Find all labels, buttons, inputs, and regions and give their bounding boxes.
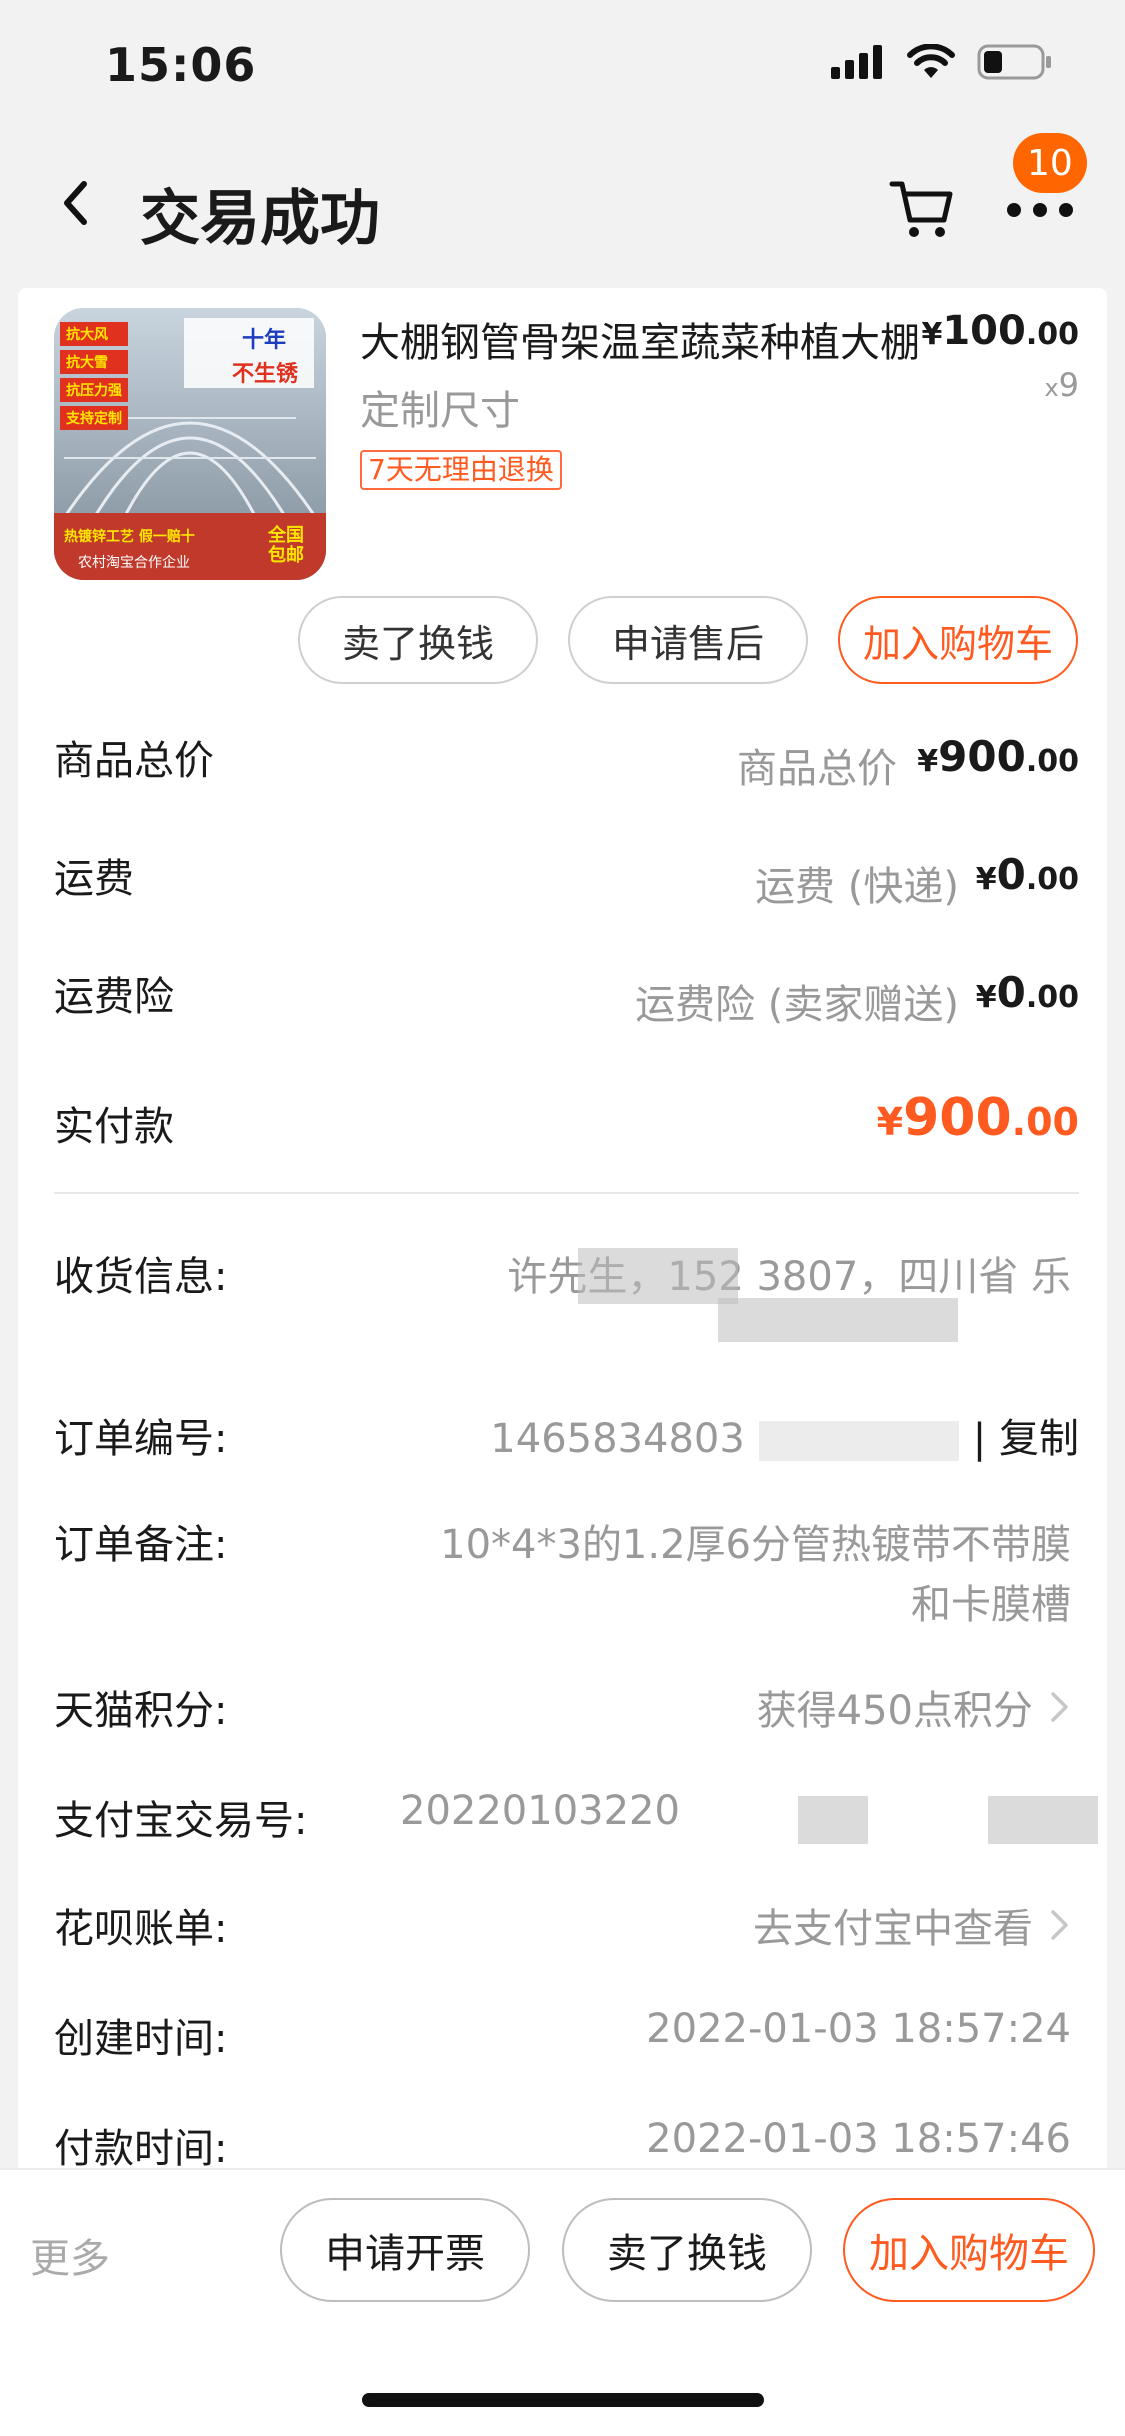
thumb-feature: 抗大风 — [60, 322, 128, 346]
copy-order-number-button[interactable]: | 复制 — [973, 1416, 1079, 1462]
created-time-value: 2022-01-03 18:57:24 — [646, 2006, 1071, 2052]
order-number-masked — [758, 1421, 959, 1461]
freight-insurance-label: 运费险 — [54, 974, 174, 1020]
battery-icon — [977, 44, 1051, 80]
paid-label: 实付款 — [54, 1104, 174, 1150]
amount-integer: 0 — [996, 968, 1026, 1017]
freight-insurance-amount: ¥0.00 — [976, 968, 1079, 1017]
order-number-label: 订单编号: — [54, 1416, 228, 1462]
add-to-cart-button-bottom[interactable]: 加入购物车 — [843, 2198, 1095, 2302]
points-row[interactable]: 获得450点积分 — [757, 1678, 1071, 1736]
status-bar: 15:06 — [0, 0, 1125, 130]
product-title[interactable]: 大棚钢管骨架温室蔬菜种植大棚 — [360, 310, 920, 368]
more-link[interactable]: 更多 — [30, 2226, 110, 2284]
signal-icon — [831, 45, 882, 79]
qty-number: 9 — [1058, 366, 1079, 404]
paid-time-value: 2022-01-03 18:57:46 — [646, 2116, 1071, 2162]
sell-button-bottom[interactable]: 卖了换钱 — [562, 2198, 812, 2302]
order-note-label: 订单备注: — [54, 1522, 228, 1568]
thumb-badge-rust: 不生锈 — [232, 362, 299, 387]
thumb-feature: 抗大雪 — [60, 350, 128, 374]
thumb-feature: 支持定制 — [60, 406, 128, 430]
freight-label: 运费 — [54, 856, 134, 902]
add-to-cart-button[interactable]: 加入购物车 — [838, 596, 1078, 684]
points-value: 获得450点积分 — [756, 1688, 1033, 1734]
receiver-label: 收货信息: — [54, 1254, 228, 1300]
alipay-trade-value: 20220103220 — [400, 1788, 680, 1834]
order-number-value: 1465834803 — [490, 1416, 745, 1462]
home-indicator — [362, 2393, 764, 2407]
after-sale-button[interactable]: 申请售后 — [568, 596, 808, 684]
currency-symbol: ¥ — [876, 1100, 904, 1144]
currency-symbol: ¥ — [975, 862, 997, 897]
huabei-label: 花呗账单: — [54, 1906, 228, 1952]
product-spec: 定制尺寸 — [360, 388, 520, 434]
amount-integer: 0 — [996, 850, 1026, 899]
amount-decimal: .00 — [1025, 862, 1079, 897]
amount-decimal: .00 — [1011, 1100, 1079, 1144]
sell-button[interactable]: 卖了换钱 — [298, 596, 538, 684]
redaction-block — [578, 1248, 738, 1304]
product-price: ¥100.00 — [921, 308, 1079, 354]
cart-button[interactable] — [880, 166, 960, 246]
amount-decimal: .00 — [1025, 744, 1079, 779]
back-button[interactable] — [40, 168, 110, 238]
redaction-block — [988, 1796, 1098, 1844]
status-time: 15:06 — [105, 38, 257, 92]
section-divider — [54, 1192, 1079, 1194]
order-note-line1: 10*4*3的1.2厚6分管热镀带不带膜 — [440, 1522, 1071, 1568]
order-note-line2: 和卡膜槽 — [911, 1582, 1071, 1628]
thumb-bottom-b: 农村淘宝合作企业 — [78, 555, 190, 571]
huabei-row[interactable]: 去支付宝中查看 — [753, 1896, 1071, 1954]
goods-total-amount: ¥900.00 — [917, 732, 1079, 781]
product-thumbnail[interactable]: 抗大风 抗大雪 抗压力强 支持定制 十年 不生锈 热镀锌工艺 假一赔十 农村淘宝… — [54, 308, 326, 580]
qty-x: x — [1044, 374, 1059, 402]
paid-amount: ¥900.00 — [877, 1088, 1079, 1148]
currency-symbol: ¥ — [917, 744, 939, 779]
amount-integer: 900 — [903, 1088, 1012, 1148]
created-time-label: 创建时间: — [54, 2016, 228, 2062]
wifi-icon — [907, 44, 955, 78]
thumb-badge-years: 十年 — [242, 328, 287, 353]
freight-amount: ¥0.00 — [976, 850, 1079, 899]
alipay-trade-label: 支付宝交易号: — [54, 1798, 308, 1844]
huabei-value: 去支付宝中查看 — [753, 1906, 1033, 1952]
price-integer: 100 — [942, 308, 1026, 354]
price-decimal: .00 — [1025, 317, 1079, 352]
product-quantity: x9 — [1044, 366, 1079, 404]
points-label: 天猫积分: — [54, 1688, 228, 1734]
chevron-right-icon — [1049, 1688, 1071, 1734]
amount-integer: 900 — [938, 732, 1026, 781]
message-count-badge: 10 — [1013, 133, 1087, 193]
chevron-left-icon — [64, 181, 87, 225]
paid-time-label: 付款时间: — [54, 2126, 228, 2168]
return-policy-tag: 7天无理由退换 — [360, 450, 562, 490]
currency-symbol: ¥ — [921, 317, 943, 352]
invoice-button[interactable]: 申请开票 — [280, 2198, 530, 2302]
redaction-block — [718, 1298, 958, 1342]
goods-total-label: 商品总价 — [54, 738, 214, 784]
thumb-feature-list: 抗大风 抗大雪 抗压力强 支持定制 — [60, 322, 128, 430]
page-title: 交易成功 — [140, 184, 380, 254]
goods-total-sub: 商品总价 — [737, 746, 897, 792]
order-card: 抗大风 抗大雪 抗压力强 支持定制 十年 不生锈 热镀锌工艺 假一赔十 农村淘宝… — [18, 288, 1107, 2168]
order-number-row: 1465834803 | 复制 — [490, 1406, 1079, 1464]
thumb-feature: 抗压力强 — [60, 378, 128, 402]
cart-icon — [889, 181, 953, 237]
currency-symbol: ¥ — [975, 980, 997, 1015]
freight-sub: 运费 (快递) — [755, 864, 959, 910]
thumb-bottom-a: 热镀锌工艺 假一赔十 — [64, 529, 195, 545]
redaction-block — [798, 1796, 868, 1844]
chevron-right-icon — [1049, 1906, 1071, 1952]
freight-insurance-sub: 运费险 (卖家赠送) — [635, 982, 959, 1028]
status-icons — [831, 44, 1053, 80]
thumb-corner: 全国包邮 — [268, 525, 304, 566]
nav-bar: 交易成功 — [0, 130, 1125, 280]
amount-decimal: .00 — [1025, 980, 1079, 1015]
